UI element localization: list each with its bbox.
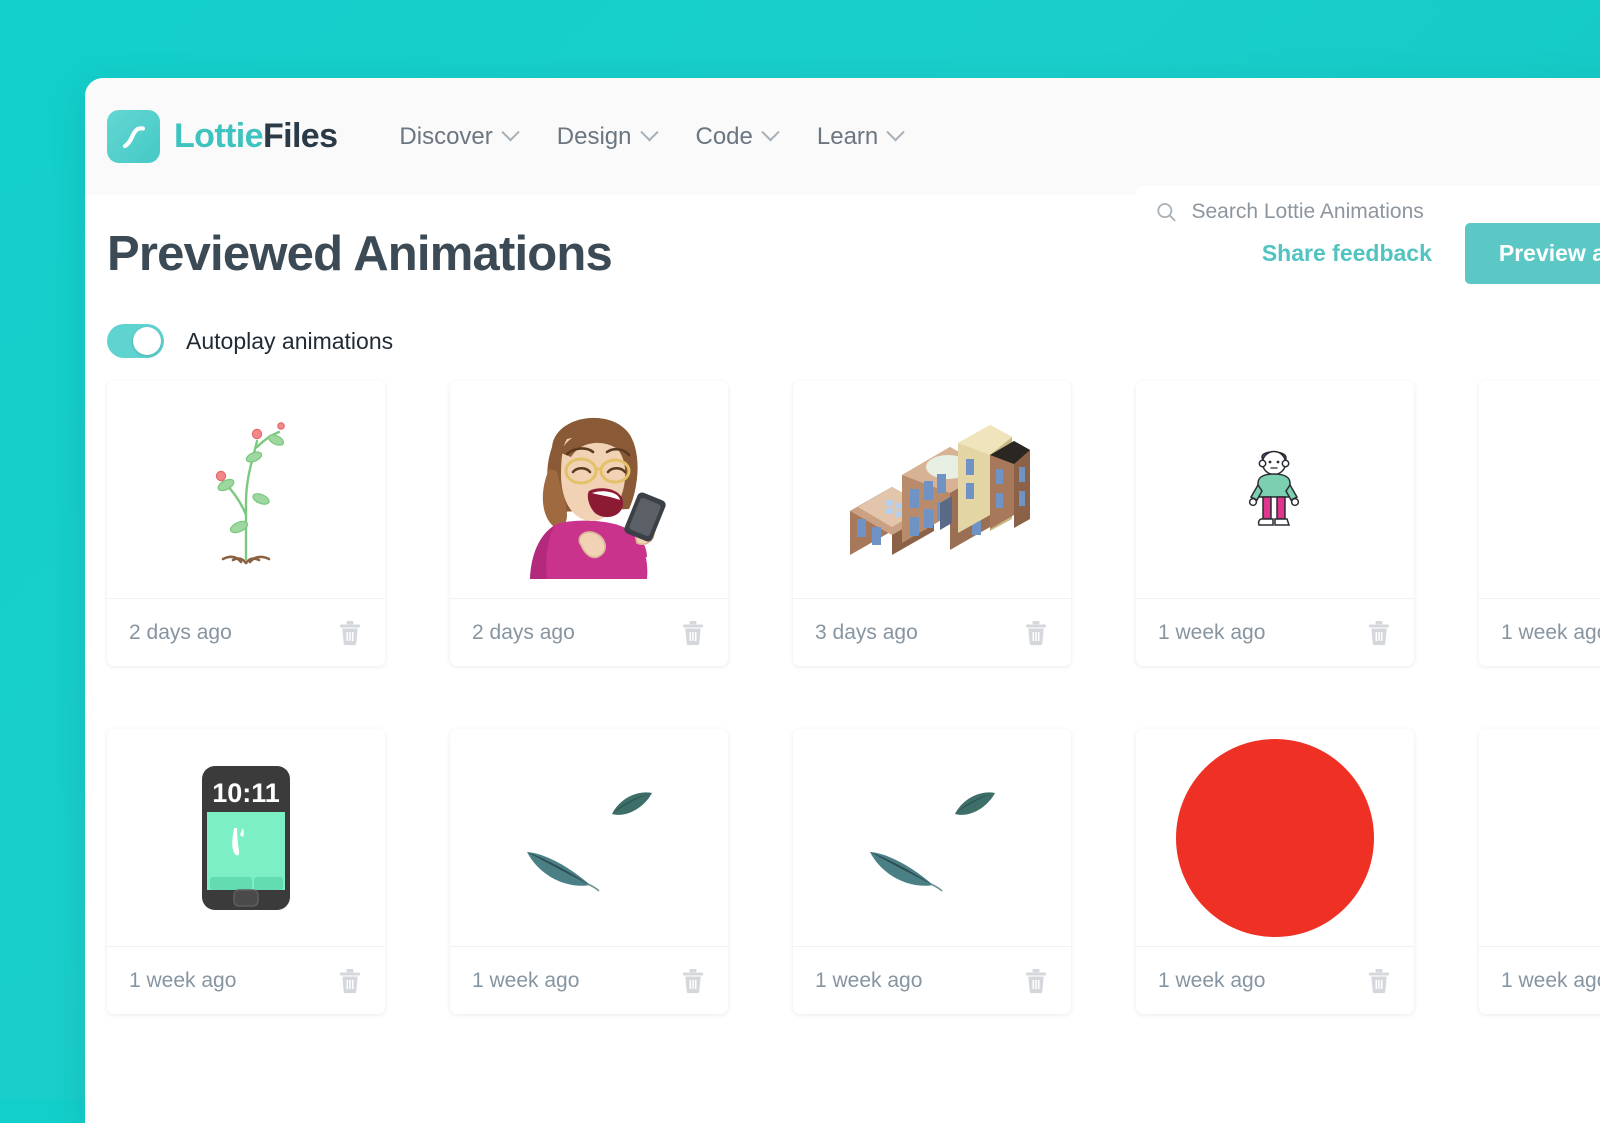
animation-thumbnail-laughing-woman[interactable]	[450, 381, 728, 598]
nav-label-design: Design	[556, 122, 632, 150]
animation-card[interactable]: 1 week ago	[1479, 729, 1600, 1014]
animation-card[interactable]: 3 days ago	[793, 381, 1071, 666]
autoplay-row: Autoplay animations	[107, 313, 1600, 369]
animation-card[interactable]: 2 days ago	[107, 381, 385, 666]
animation-thumbnail-phone-clock[interactable]: 10:11	[107, 729, 385, 946]
trash-icon[interactable]	[1023, 967, 1049, 995]
brand-name-part-1: Lottie	[174, 117, 264, 155]
nav-label-code: Code	[695, 122, 753, 150]
card-timestamp: 1 week ago	[815, 968, 923, 992]
page-header-actions: Share feedback Preview a Lottie	[1262, 223, 1600, 284]
card-footer: 1 week ago	[107, 946, 385, 1014]
trash-icon[interactable]	[337, 967, 363, 995]
page-header: Previewed Animations Share feedback Prev…	[107, 195, 1600, 313]
preview-a-lottie-button[interactable]: Preview a Lottie	[1464, 223, 1600, 284]
card-footer: 1 week ago	[1136, 598, 1414, 666]
leaf-icon	[527, 851, 600, 892]
phone-clock-text: 10:11	[212, 778, 280, 808]
animation-card[interactable]: 1 week ago	[1136, 381, 1414, 666]
leaf-icon	[955, 791, 995, 815]
card-timestamp: 2 days ago	[472, 620, 575, 644]
card-footer: 2 days ago	[450, 598, 728, 666]
animation-thumbnail-cartoon-character[interactable]	[1136, 381, 1414, 598]
brand-name-part-2: Files	[262, 117, 338, 155]
animation-thumbnail-blank[interactable]	[1479, 729, 1600, 946]
autoplay-label: Autoplay animations	[186, 327, 394, 354]
animation-card[interactable]: 1 week ago	[793, 729, 1071, 1014]
animation-thumbnail-red-circle[interactable]	[1136, 729, 1414, 946]
nav-item-discover[interactable]: Discover	[399, 122, 520, 151]
animation-card[interactable]: 2 days ago	[450, 381, 728, 666]
lottiefiles-logo-icon	[107, 110, 160, 163]
chevron-down-icon	[761, 123, 780, 142]
leaves-stage	[494, 758, 684, 918]
trash-icon[interactable]	[1023, 619, 1049, 647]
nav-label-discover: Discover	[399, 122, 493, 150]
brand-logo[interactable]: LottieFiles	[107, 110, 338, 163]
nav-item-code[interactable]: Code	[695, 122, 780, 151]
animation-card[interactable]: 1 week ago	[1479, 381, 1600, 666]
red-circle-icon	[1176, 738, 1374, 937]
animation-thumbnail-falling-leaves[interactable]	[450, 729, 728, 946]
main-nav: Discover Design Code Learn	[399, 122, 905, 151]
animation-card[interactable]: 10:11 1 week ago	[107, 729, 385, 1014]
animation-thumbnail-blank[interactable]	[1479, 381, 1600, 598]
nav-item-design[interactable]: Design	[556, 122, 659, 151]
animation-card[interactable]: 1 week ago	[450, 729, 728, 1014]
browser-window: LottieFiles Discover Design Code Learn S…	[85, 78, 1600, 1123]
card-footer: 1 week ago	[793, 946, 1071, 1014]
brand-name: LottieFiles	[174, 117, 338, 156]
chevron-down-icon	[886, 123, 905, 142]
card-footer: 1 week ago	[450, 946, 728, 1014]
cartoon-character-icon	[1248, 450, 1300, 526]
card-timestamp: 1 week ago	[472, 968, 580, 992]
card-footer: 1 week ago	[1479, 946, 1600, 1014]
card-timestamp: 1 week ago	[1158, 620, 1266, 644]
animation-thumbnail-falling-leaves[interactable]	[793, 729, 1071, 946]
leaves-stage	[837, 758, 1027, 918]
nav-label-learn: Learn	[816, 122, 879, 150]
page-title: Previewed Animations	[107, 227, 613, 281]
animation-grid: 2 days ago 2 days ago 3 days ago 1 week …	[107, 381, 1600, 1014]
card-footer: 1 week ago	[1136, 946, 1414, 1014]
toggle-knob	[133, 327, 161, 355]
card-timestamp: 1 week ago	[1501, 968, 1600, 992]
trash-icon[interactable]	[680, 967, 706, 995]
trash-icon[interactable]	[1366, 967, 1392, 995]
leaf-icon	[612, 791, 652, 815]
top-navigation-bar: LottieFiles Discover Design Code Learn	[85, 78, 1600, 238]
card-timestamp: 1 week ago	[1501, 620, 1600, 644]
animation-card[interactable]: 1 week ago	[1136, 729, 1414, 1014]
card-footer: 2 days ago	[107, 598, 385, 666]
leaf-icon	[870, 851, 943, 892]
chevron-down-icon	[639, 123, 659, 142]
phone-clock-icon: 10:11	[202, 765, 290, 910]
share-feedback-link[interactable]: Share feedback	[1262, 240, 1432, 267]
growing-plant-icon	[215, 422, 285, 565]
trash-icon[interactable]	[337, 619, 363, 647]
autoplay-toggle[interactable]	[107, 324, 164, 358]
card-footer: 3 days ago	[793, 598, 1071, 666]
laughing-woman-bitmoji-icon	[529, 417, 666, 579]
chevron-down-icon	[501, 123, 520, 142]
trash-icon[interactable]	[1366, 619, 1392, 647]
trash-icon[interactable]	[680, 619, 706, 647]
card-footer: 1 week ago	[1479, 598, 1600, 666]
nav-item-learn[interactable]: Learn	[816, 122, 905, 151]
card-timestamp: 3 days ago	[815, 620, 918, 644]
card-timestamp: 1 week ago	[1158, 968, 1266, 992]
card-timestamp: 1 week ago	[129, 968, 237, 992]
card-timestamp: 2 days ago	[129, 620, 232, 644]
animation-thumbnail-isometric-buildings[interactable]	[793, 381, 1071, 598]
isometric-buildings-icon	[849, 425, 1030, 555]
animation-thumbnail-growing-plant[interactable]	[107, 381, 385, 598]
